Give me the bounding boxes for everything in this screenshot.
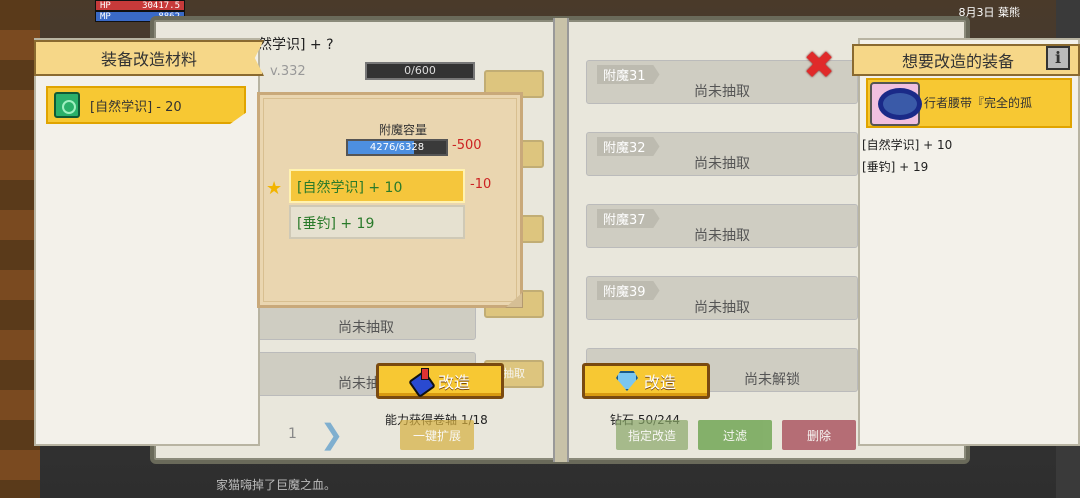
close-icon[interactable]: ✖ — [802, 46, 836, 84]
filter-button[interactable]: 过滤 — [698, 420, 772, 450]
diamond-icon — [615, 371, 638, 391]
equipment-item[interactable]: 行者腰带『完全的孤 — [866, 78, 1072, 128]
enchant-slot-39[interactable]: 附魔39 尚未抽取 — [586, 276, 858, 320]
delete-button[interactable]: 删除 — [782, 420, 856, 450]
scroll-icon — [410, 368, 432, 394]
equipment-stat-2: [垂钓] + 19 — [862, 160, 929, 174]
attribute-option[interactable]: [垂钓] + 19 — [289, 205, 465, 239]
book-spine — [553, 18, 569, 462]
recipe-progress: 0/600 — [365, 62, 475, 80]
assign-modify-button[interactable]: 指定改造 — [616, 420, 688, 450]
capacity-label: 附魔容量 — [379, 123, 428, 137]
material-item[interactable]: [自然学识] - 20 — [46, 86, 246, 124]
star-icon: ★ — [266, 178, 283, 199]
material-panel-title: 装备改造材料 — [34, 40, 264, 76]
page-number: 1 — [288, 426, 297, 442]
hp-bar: HP 30417.5 — [95, 0, 185, 11]
recipe-title: 然学识] + ? — [258, 37, 334, 53]
recipe-level: v.332 — [270, 64, 306, 79]
expand-all-button[interactable]: 一键扩展 — [400, 420, 474, 450]
next-page-arrow-icon[interactable]: ❯ — [320, 418, 343, 451]
enchant-slot-32[interactable]: 附魔32 尚未抽取 — [586, 132, 858, 176]
info-icon[interactable]: i — [1046, 46, 1070, 70]
enchant-slot-37[interactable]: 附魔37 尚未抽取 — [586, 204, 858, 248]
attribute-option-selected[interactable]: [自然学识] + 10 — [289, 169, 465, 203]
equipment-stat-1: [自然学识] + 10 — [862, 138, 953, 152]
event-log-message: 家猫嗨掉了巨魔之血。 — [216, 478, 337, 492]
capacity-bar: 4276/6328 — [346, 139, 448, 156]
belt-icon — [870, 82, 922, 126]
modify-with-scroll-button[interactable]: 改造 — [376, 363, 504, 399]
capacity-delta: -500 — [452, 138, 482, 153]
green-book-icon — [54, 92, 80, 118]
attribute-cost: -10 — [470, 177, 492, 192]
modify-with-gem-button[interactable]: 改造 — [582, 363, 710, 399]
